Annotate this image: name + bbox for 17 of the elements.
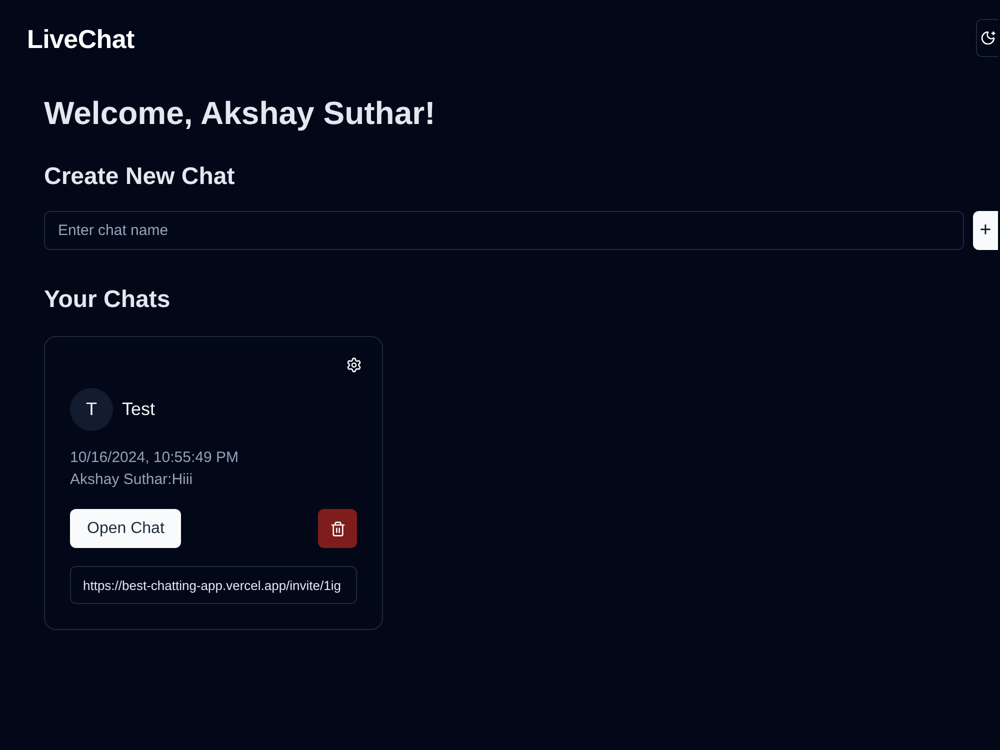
settings-icon[interactable]: [346, 357, 362, 373]
chat-name: Test: [122, 399, 156, 420]
section-heading: Your Chats: [44, 285, 170, 315]
logo: LiveChat: [27, 24, 134, 54]
create-chat-button[interactable]: +: [973, 211, 998, 250]
trash-icon: [330, 520, 346, 536]
theme-toggle-button[interactable]: [976, 19, 998, 57]
chat-timestamp: 10/16/2024, 10:55:49 PM: [70, 448, 238, 468]
moon-icon: [980, 30, 996, 46]
last-message: Akshay Suthar:Hiii: [70, 470, 193, 490]
chat-name-input[interactable]: Enter chat name: [44, 211, 964, 250]
welcome-heading: Welcome, Akshay Suthar!: [44, 95, 436, 131]
section-heading: Create New Chat: [44, 162, 235, 192]
open-chat-button[interactable]: Open Chat: [70, 509, 182, 548]
delete-button[interactable]: [318, 509, 357, 548]
avatar: T: [70, 388, 113, 431]
invite-link-field[interactable]: https://best-chatting-app.vercel.app/invite/1ig: [70, 566, 357, 604]
